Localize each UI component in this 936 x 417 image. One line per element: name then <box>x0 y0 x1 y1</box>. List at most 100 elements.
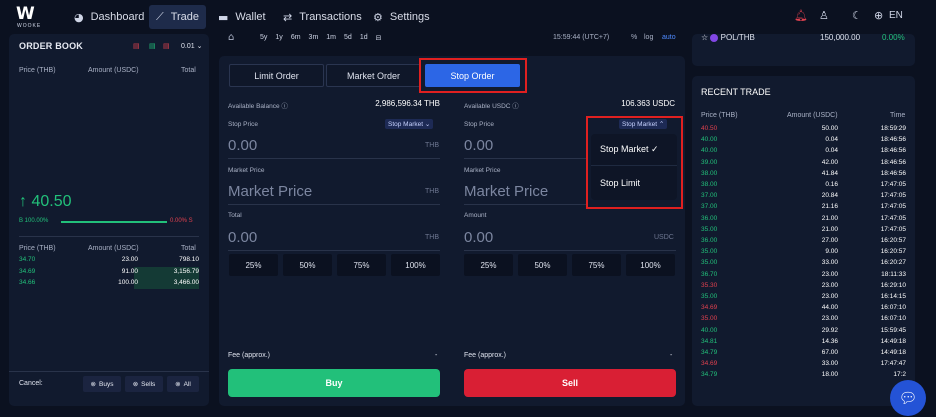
table-row[interactable]: 34.69 91.00 3,156.79 <box>19 268 199 279</box>
theme-moon-icon[interactable]: ☾ <box>852 9 862 22</box>
buy-stop-type-dropdown[interactable]: Stop Market ⌄ <box>385 119 434 129</box>
chart-range-selector: 5y 1y 6m 3m 1m 5d 1d ⊟ <box>260 34 381 42</box>
sell-pct-100-button[interactable]: 100% <box>626 254 675 276</box>
orderbook-view-bids-icon[interactable]: ▤ <box>149 42 156 50</box>
orderbook-view-both-icon[interactable]: ▤ <box>133 42 140 50</box>
last-price-value: 40.50 <box>31 193 72 210</box>
nav-transactions[interactable]: ⇄ Transactions <box>283 5 362 29</box>
candle-type-icon[interactable]: ⌂ <box>228 32 234 43</box>
table-row: 35.00 33.00 16:20:27 <box>701 259 906 270</box>
trade-time: 18:46:56 <box>880 136 906 144</box>
highlight-box-stop-order <box>419 58 527 93</box>
buy-pct-100-button[interactable]: 100% <box>391 254 440 276</box>
cancel-sells-label: Sells <box>141 380 156 388</box>
buy-pct-75-button[interactable]: 75% <box>337 254 386 276</box>
buy-button[interactable]: Buy <box>228 369 440 397</box>
trade-price: 37.00 <box>701 192 718 200</box>
divider <box>464 158 586 159</box>
sell-pct-50-button[interactable]: 50% <box>518 254 567 276</box>
range-1m[interactable]: 1m <box>326 34 336 42</box>
cancel-buys-button[interactable]: ⊗ Buys <box>83 376 121 392</box>
nav-trade[interactable]: ⟋ Trade <box>149 5 207 29</box>
trade-time: 18:46:56 <box>880 158 906 166</box>
percent-scale-toggle[interactable]: % <box>631 34 637 41</box>
table-row: 40.50 50.00 18:59:29 <box>701 125 906 136</box>
bid-price: 34.69 <box>19 268 36 275</box>
date-range-icon[interactable]: ⊟ <box>376 34 382 42</box>
nav-dashboard[interactable]: ◕ Dashboard <box>74 5 144 29</box>
buy-market-price-label: Market Price <box>228 167 265 174</box>
trade-amount: 41.84 <box>821 169 838 177</box>
range-6m[interactable]: 6m <box>291 34 301 42</box>
notification-bell-icon[interactable]: 🔔︎ <box>794 9 808 22</box>
orderbook-view-asks-icon[interactable]: ▤ <box>163 42 170 50</box>
cancel-sells-button[interactable]: ⊗ Sells <box>125 376 163 392</box>
range-3m[interactable]: 3m <box>309 34 319 42</box>
divider <box>19 236 199 237</box>
trade-amount: 0.04 <box>825 147 838 155</box>
cancel-buys-label: Buys <box>99 380 114 388</box>
sell-amount-label: Amount <box>464 212 487 219</box>
highlight-box-stop-dropdown <box>586 116 683 209</box>
table-row[interactable]: 34.66 100.00 3,466.00 <box>19 279 199 290</box>
range-5d[interactable]: 5d <box>344 34 352 42</box>
table-row[interactable]: 34.70 23.00 798.10 <box>19 256 199 267</box>
available-balance-value: 2,986,596.34 THB <box>375 99 440 108</box>
buy-total-input[interactable]: 0.00 <box>228 229 257 246</box>
chat-support-button[interactable]: 💬︎ <box>890 380 926 416</box>
trade-amount: 20.84 <box>821 192 838 200</box>
sell-button[interactable]: Sell <box>464 369 676 397</box>
language-selector[interactable]: EN <box>889 10 903 21</box>
order-book-title: ORDER BOOK <box>19 41 84 51</box>
nav-transactions-label: Transactions <box>299 11 362 23</box>
sell-amount-input[interactable]: 0.00 <box>464 229 493 246</box>
sell-stop-price-input[interactable]: 0.00 <box>464 137 493 154</box>
trade-time: 17:47:05 <box>880 225 906 233</box>
brand-logo[interactable]: W WOOKE <box>16 6 44 30</box>
sell-stop-price-label: Stop Price <box>464 121 494 128</box>
range-1d[interactable]: 1d <box>360 34 368 42</box>
sell-pct-75-button[interactable]: 75% <box>572 254 621 276</box>
range-5y[interactable]: 5y <box>260 34 267 42</box>
bid-price: 34.66 <box>19 279 36 286</box>
table-row: 35.00 23.00 16:07:10 <box>701 315 906 326</box>
buy-stop-price-label: Stop Price <box>228 121 258 128</box>
range-1y[interactable]: 1y <box>275 34 282 42</box>
log-scale-toggle[interactable]: log <box>644 34 653 41</box>
nav-wallet[interactable]: ▬ Wallet <box>218 5 266 29</box>
trade-price: 35.30 <box>701 281 718 289</box>
table-row: 35.00 23.00 16:14:15 <box>701 293 906 304</box>
buy-total-unit: THB <box>425 234 439 241</box>
order-form-panel <box>219 56 685 406</box>
buy-ratio: B 100.00% <box>19 218 49 224</box>
divider <box>228 204 440 205</box>
buy-stop-price-input[interactable]: 0.00 <box>228 137 257 154</box>
table-row: 37.00 21.16 17:47:05 <box>701 203 906 214</box>
auto-scale-toggle[interactable]: auto <box>662 34 676 41</box>
sell-pct-25-button[interactable]: 25% <box>464 254 513 276</box>
table-row: 36.70 23.00 18:11:33 <box>701 271 906 282</box>
user-icon[interactable]: ♙ <box>819 9 829 22</box>
divider <box>464 250 676 251</box>
nav-settings[interactable]: ⚙ Settings <box>373 5 430 29</box>
trade-price: 40.00 <box>701 326 718 334</box>
buy-stop-price-unit: THB <box>425 142 439 149</box>
trade-time: 18:11:33 <box>881 270 906 278</box>
market-price: 150,000.00 <box>820 33 861 42</box>
market-row-pol[interactable]: ☆ POL/THB <box>701 33 755 42</box>
ob-bid-header-amount: Amount (USDC) <box>88 245 139 252</box>
buy-pct-25-button[interactable]: 25% <box>229 254 278 276</box>
tab-limit-order[interactable]: Limit Order <box>229 64 324 87</box>
table-row: 40.00 0.04 18:46:56 <box>701 136 906 147</box>
tab-market-order[interactable]: Market Order <box>326 64 421 87</box>
trade-price: 35.00 <box>701 293 718 300</box>
chevron-down-icon: ⌄ <box>424 121 431 128</box>
globe-icon[interactable]: ⊕ <box>874 9 883 22</box>
cancel-all-button[interactable]: ⊗ All <box>167 376 199 392</box>
orderbook-precision-select[interactable]: 0.01 ⌄ <box>181 42 202 50</box>
star-icon[interactable]: ☆ <box>701 33 708 42</box>
buy-pct-50-button[interactable]: 50% <box>283 254 332 276</box>
market-change: 0.00% <box>882 33 905 42</box>
trade-amount: 42.00 <box>821 158 838 166</box>
trade-amount: 21.16 <box>821 203 838 211</box>
